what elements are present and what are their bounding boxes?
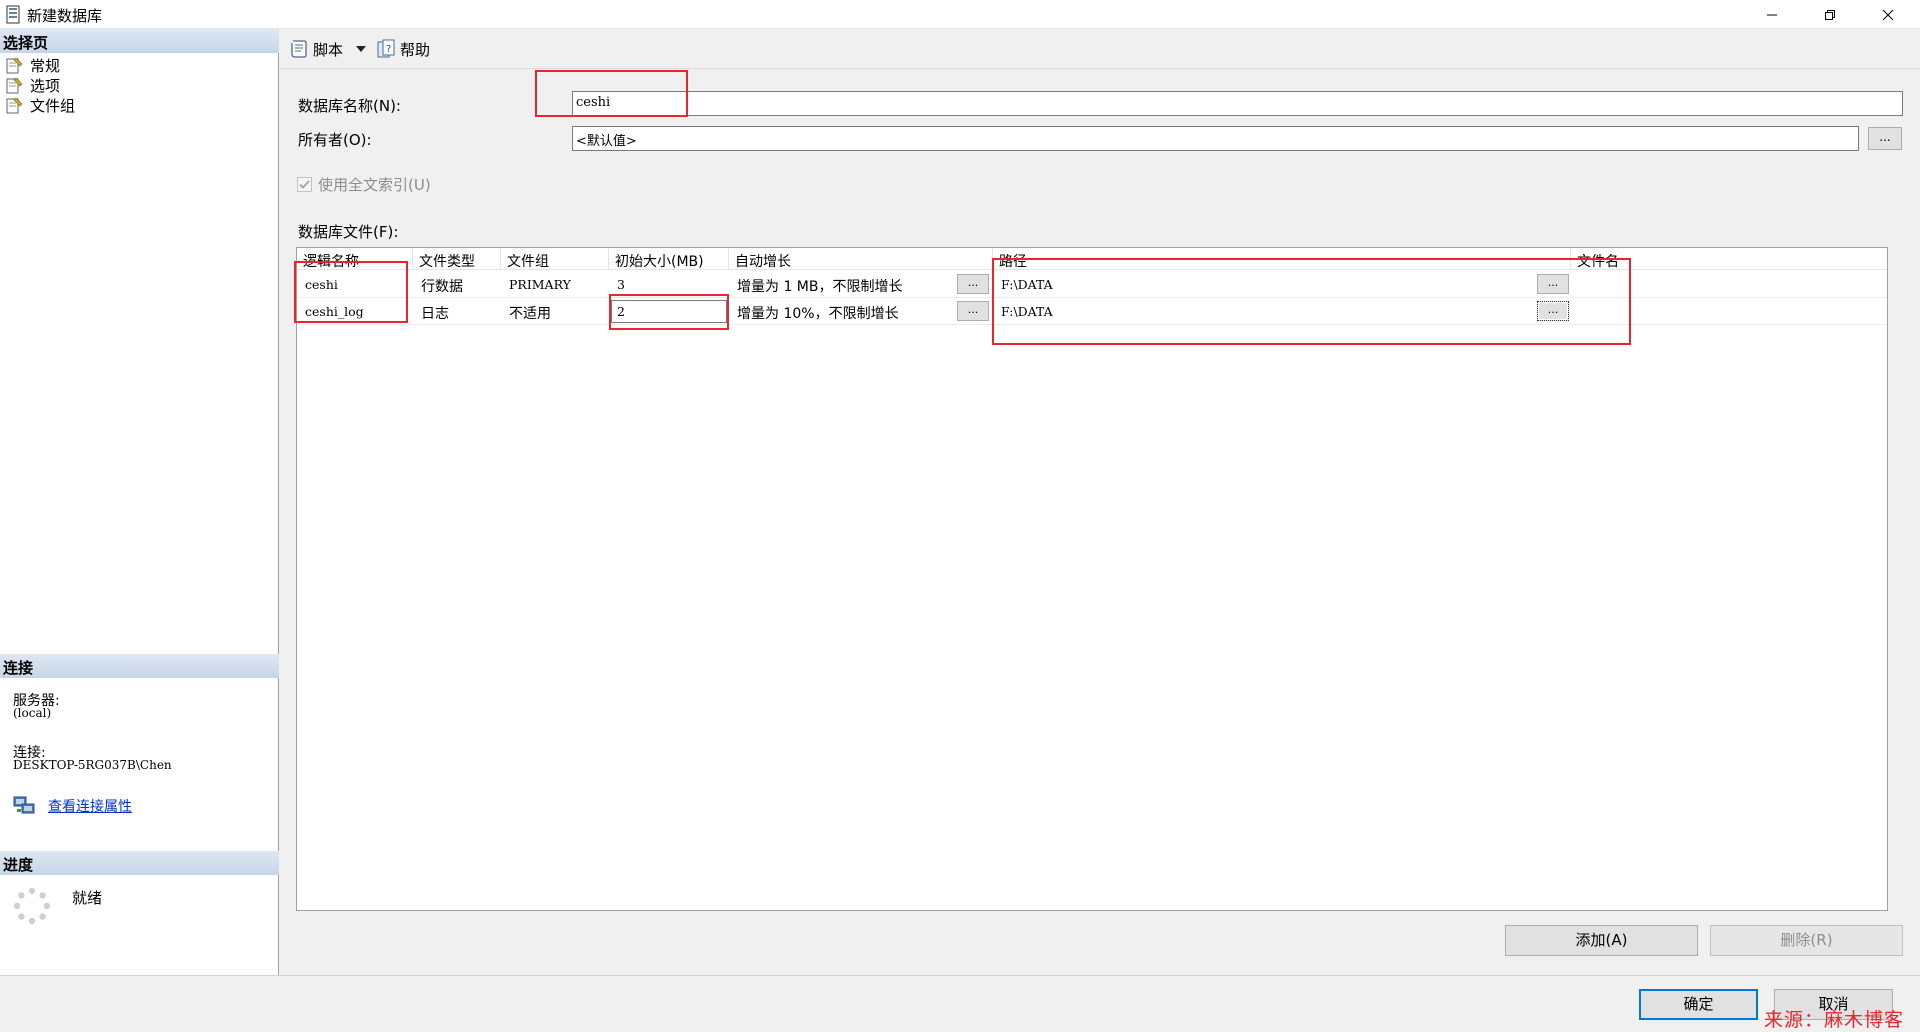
close-icon	[1882, 9, 1894, 20]
filegroup-cell[interactable]: PRIMARY	[501, 271, 609, 297]
autogrowth-button[interactable]: ...	[957, 301, 989, 321]
db-name-input[interactable]: ceshi	[572, 91, 1903, 116]
remove-file-button[interactable]: 删除(R)	[1710, 925, 1903, 956]
connection-header: 连接	[0, 654, 279, 678]
owner-input[interactable]: <默认值>	[572, 126, 1859, 151]
add-file-button[interactable]: 添加(A)	[1505, 925, 1698, 956]
toolbar: 脚本 ? 帮助	[280, 29, 1920, 69]
page-item-label: 选项	[30, 76, 61, 95]
owner-label: 所有者(O):	[298, 131, 372, 149]
annotation-box-path	[992, 258, 1631, 345]
minimize-icon	[1767, 14, 1777, 15]
page-wrench-icon	[6, 77, 23, 94]
fulltext-checkbox[interactable]	[297, 177, 312, 192]
help-label: 帮助	[400, 40, 431, 59]
fulltext-checkbox-row[interactable]: 使用全文索引(U)	[297, 174, 431, 195]
db-name-label: 数据库名称(N):	[298, 97, 401, 115]
annotation-box-db-name	[535, 70, 688, 117]
chevron-down-icon[interactable]	[356, 46, 366, 52]
column-header-autogrowth[interactable]: 自动增长	[729, 248, 993, 270]
db-files-label: 数据库文件(F):	[298, 223, 399, 241]
page-wrench-icon	[6, 57, 23, 74]
progress-status: 就绪	[72, 889, 103, 907]
svg-text:?: ?	[386, 44, 391, 55]
right-pane: 脚本 ? 帮助 数据库名称(N): ceshi 所有者(O): <默认值> ..…	[280, 29, 1920, 975]
progress-spinner-icon	[13, 887, 51, 925]
file-type-cell[interactable]: 行数据	[413, 271, 501, 297]
left-pane: 选择页 常规 选项 文件组 连接 服务器: (local) 连接: DESKTO…	[0, 29, 279, 975]
database-icon	[6, 5, 20, 24]
restore-icon	[1825, 9, 1835, 20]
filegroup-cell[interactable]: 不适用	[501, 298, 609, 324]
title-bar: 新建数据库	[0, 0, 1920, 29]
fulltext-label: 使用全文索引(U)	[318, 176, 431, 194]
help-icon: ?	[377, 39, 395, 58]
pages-header: 选择页	[0, 29, 279, 53]
page-item-label: 常规	[30, 56, 61, 75]
page-item-label: 文件组	[30, 96, 76, 115]
watermark-text: 来源：麻木博客	[1764, 1009, 1905, 1031]
file-type-cell[interactable]: 日志	[413, 298, 501, 324]
column-header-filegroup[interactable]: 文件组	[501, 248, 609, 270]
new-database-dialog: 新建数据库 选择页 常规 选项 文件组 连接 服务器: (local) 连接: …	[0, 0, 1920, 1031]
page-item-options[interactable]: 选项	[6, 75, 60, 95]
annotation-box-logical-names	[294, 261, 408, 323]
database-files-grid: 逻辑名称 文件类型 文件组 初始大小(MB) 自动增长 路径 文件名 ceshi…	[296, 247, 1888, 911]
page-item-filegroups[interactable]: 文件组	[6, 95, 75, 115]
help-button[interactable]: ? 帮助	[376, 38, 430, 60]
column-header-file-type[interactable]: 文件类型	[413, 248, 501, 270]
script-icon	[291, 40, 307, 58]
script-label: 脚本	[313, 40, 344, 59]
close-button[interactable]	[1859, 0, 1917, 29]
minimize-button[interactable]	[1743, 0, 1801, 29]
autogrowth-cell: 增量为 10%，不限制增长	[737, 306, 899, 322]
autogrowth-cell: 增量为 1 MB，不限制增长	[737, 279, 903, 295]
autogrowth-button[interactable]: ...	[957, 274, 989, 294]
restore-button[interactable]	[1801, 0, 1859, 29]
page-wrench-icon	[6, 97, 23, 114]
ok-button[interactable]: 确定	[1639, 989, 1758, 1020]
checkmark-icon	[299, 180, 310, 189]
column-header-initial-size[interactable]: 初始大小(MB)	[609, 248, 729, 270]
owner-browse-button[interactable]: ...	[1868, 127, 1902, 150]
script-button[interactable]: 脚本	[289, 38, 343, 60]
annotation-box-initial-size	[609, 294, 729, 330]
connection-properties-icon	[13, 796, 35, 814]
progress-header: 进度	[0, 851, 279, 875]
window-title: 新建数据库	[27, 7, 103, 25]
connection-value: DESKTOP-5RG037B\Chen	[13, 758, 172, 772]
dialog-footer: 确定 取消	[0, 975, 1920, 1030]
view-connection-properties-link[interactable]: 查看连接属性	[48, 796, 132, 816]
server-value: (local)	[13, 706, 52, 720]
page-item-general[interactable]: 常规	[6, 55, 60, 75]
